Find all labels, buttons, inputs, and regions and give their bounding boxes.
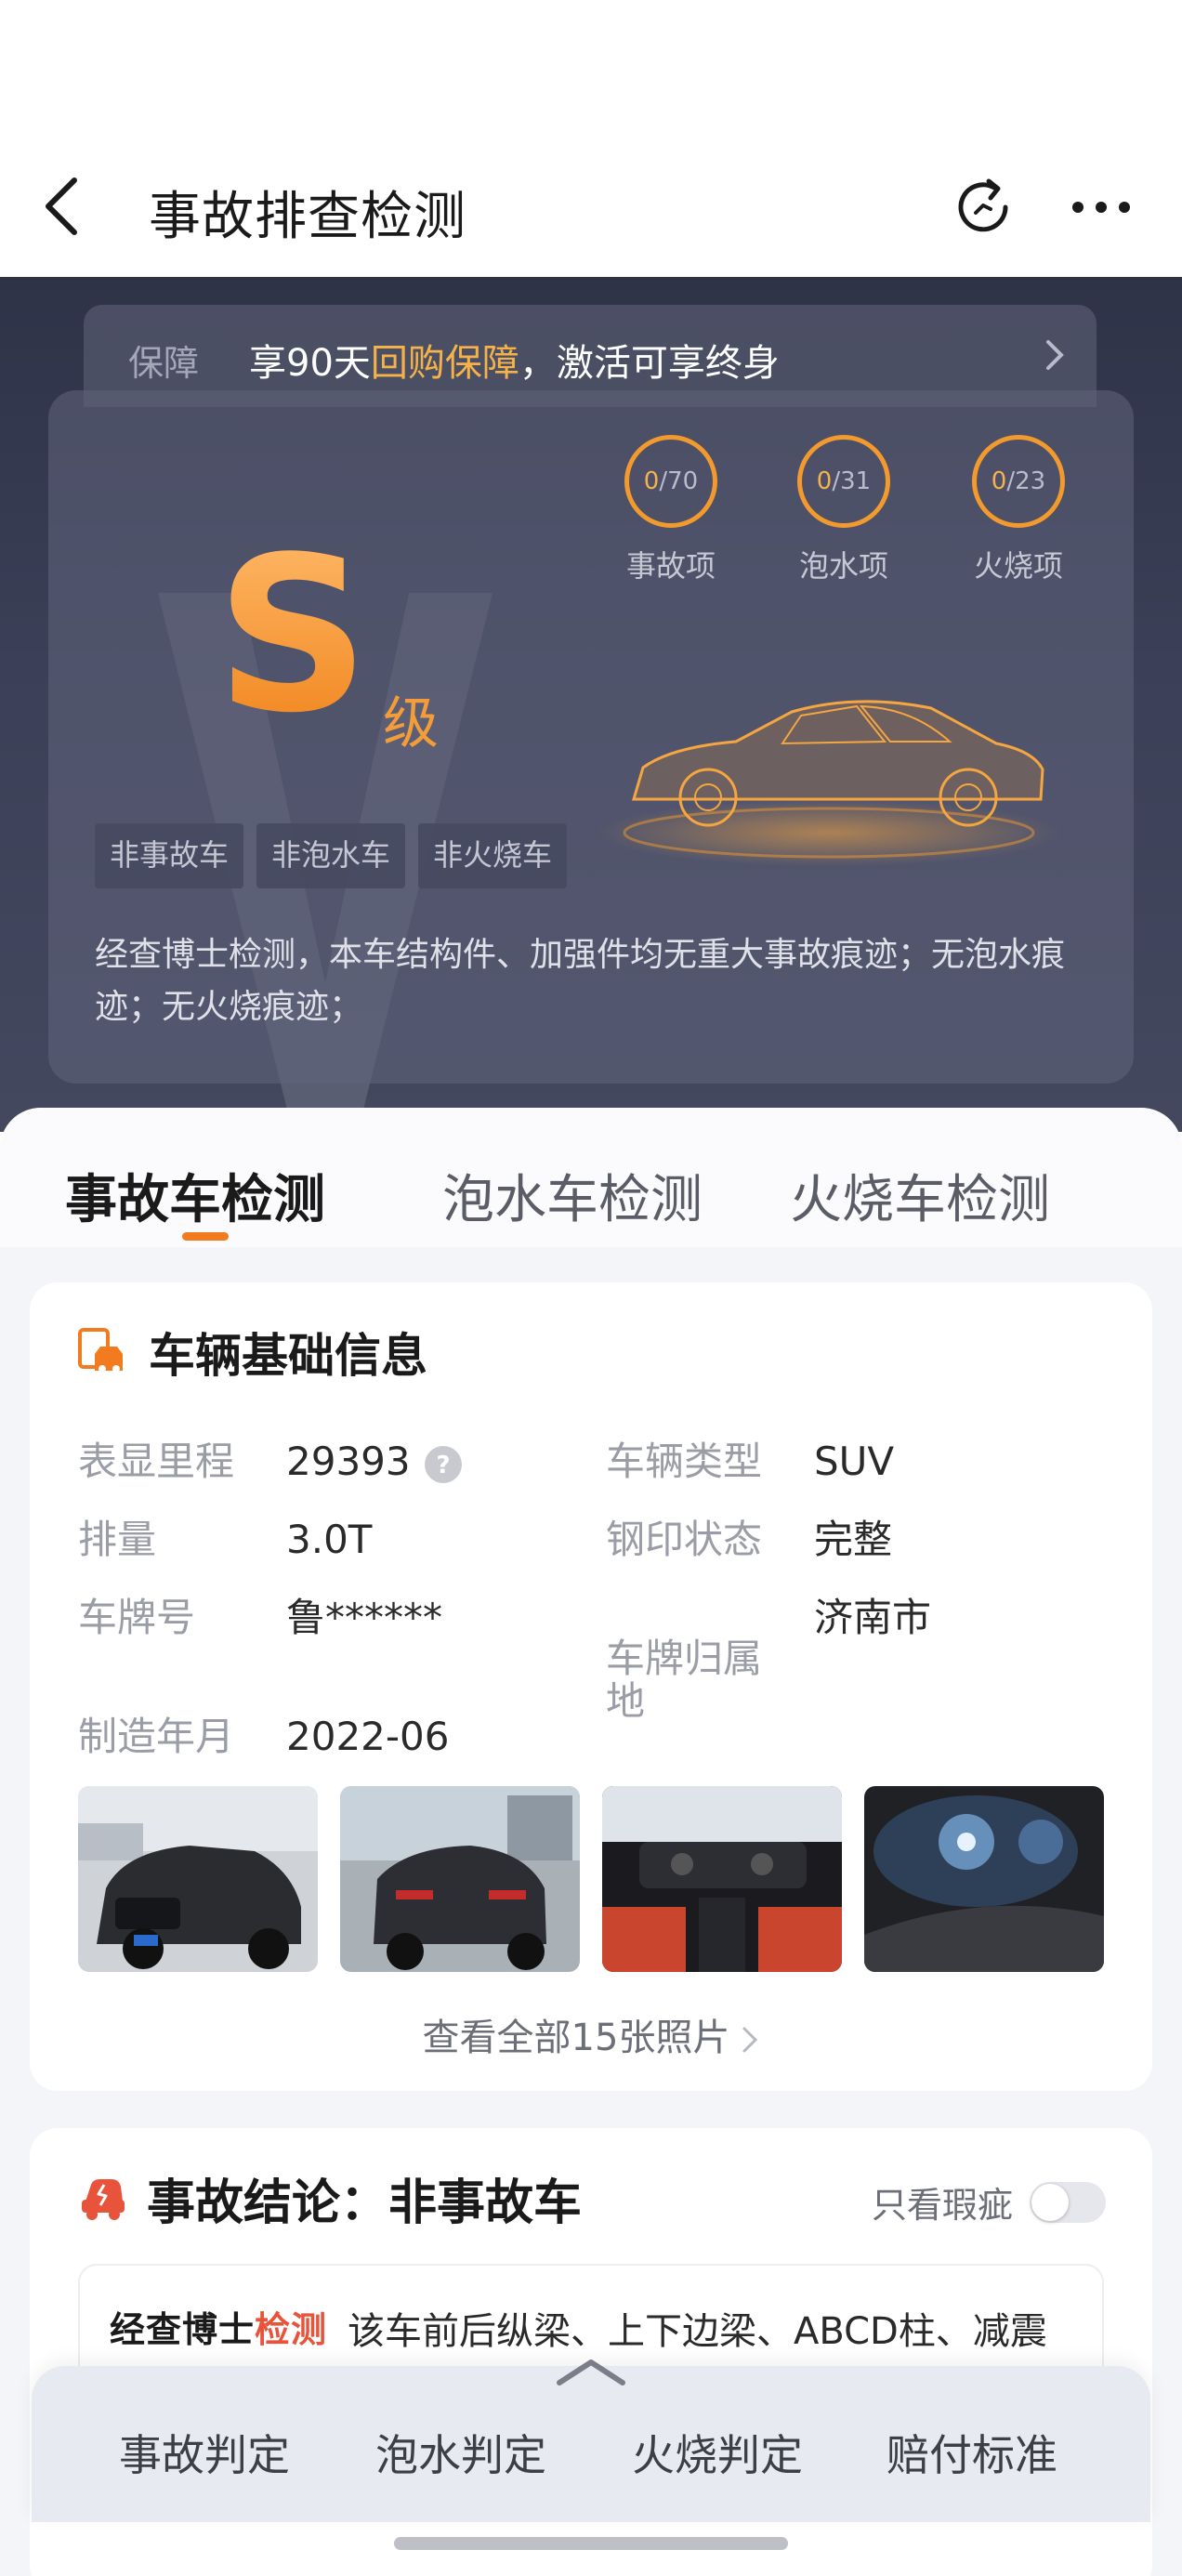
tab-accident[interactable]: 事故车检测 (65, 1158, 325, 1233)
more-options-icon[interactable] (1069, 186, 1134, 229)
home-indicator[interactable] (394, 2537, 788, 2550)
grade-suffix: 级 (383, 691, 439, 756)
info-mileage-value: 29393? (286, 1439, 463, 1485)
guarantee-label: 保障 (128, 343, 200, 384)
manufacture-key: 制造年月 (78, 1714, 235, 1759)
view-all-label: 查看全部15张照片 (422, 2017, 730, 2059)
vehicle-info-card: 车辆基础信息 表显里程 29393? 车辆类型 SUV 排量 3.0T 钢印状态… (30, 1282, 1152, 2091)
vehicle-doc-icon (78, 1328, 123, 1373)
vehicle-info-title: 车辆基础信息 (149, 1329, 427, 1383)
guarantee-text: 享90天回购保障，激活可享终身 (249, 342, 780, 385)
manufacture-value: 2022-06 (286, 1714, 450, 1759)
help-icon[interactable]: ? (424, 1445, 463, 1484)
only-flaw-label: 只看瑕疵 (871, 2185, 1013, 2226)
info-plate: 车牌号 (78, 1595, 195, 1641)
accident-check-label: 事故项 (625, 548, 716, 584)
info-manufacture: 制造年月 (78, 1714, 234, 1760)
view-all-photos-link[interactable]: 查看全部15张照片 (30, 2007, 1152, 2061)
photo-rear-exterior[interactable] (340, 1786, 580, 1972)
fire-check-ring: 0/23 (972, 435, 1065, 528)
bottom-judgement-bar: 事故判定 泡水判定 火烧判定 赔付标准 (32, 2359, 1150, 2522)
back-arrow-icon[interactable] (37, 169, 93, 243)
chevron-right-icon (1046, 340, 1064, 370)
conclusion-header: 事故结论：非事故车 (76, 2165, 583, 2231)
conclusion-title: 事故结论：非事故车 (147, 2175, 583, 2231)
compensation-standard-button[interactable]: 赔付标准 (886, 2422, 1057, 2483)
stamp-value: 完整 (814, 1517, 893, 1562)
flood-check-label: 泡水项 (798, 548, 888, 584)
grade-card: S 级 0/70 事故项 0/31 泡水项 0/23 火烧项 非事故车 非泡水车… (48, 390, 1134, 1084)
displacement-value: 3.0T (286, 1517, 373, 1562)
inspection-logo: 经查博士检测 (110, 2309, 328, 2350)
info-displacement: 排量 (78, 1517, 156, 1563)
accident-check-ring: 0/70 (624, 435, 717, 528)
info-plate-region-value: 济南市 (814, 1595, 931, 1641)
type-value: SUV (814, 1439, 895, 1484)
type-key: 车辆类型 (606, 1439, 763, 1484)
plate-key: 车牌号 (78, 1595, 196, 1640)
top-nav-bar: 事故排查检测 (0, 0, 1182, 277)
plate-region-key: 车牌归属 地 (606, 1636, 763, 1724)
info-plate-value: 鲁****** (286, 1595, 442, 1641)
page-title: 事故排查检测 (149, 187, 466, 247)
fire-judgement-button[interactable]: 火烧判定 (632, 2422, 803, 2483)
report-text: 该车前后纵梁、上下边梁、ABCD柱、减震 (348, 2310, 1047, 2353)
grade-hero: 保障 享90天回购保障，激活可享终身 S 级 0/70 事故项 0/31 泡水项… (0, 277, 1182, 1132)
plate-value: 鲁****** (286, 1595, 443, 1640)
chevron-up-icon[interactable] (554, 2353, 628, 2390)
active-tab-indicator (182, 1232, 229, 1241)
info-type: 车辆类型 (606, 1439, 762, 1485)
car-hologram-icon (597, 700, 1061, 866)
info-displacement-value: 3.0T (286, 1517, 372, 1563)
stamp-key: 钢印状态 (606, 1517, 763, 1562)
fire-check-label: 火烧项 (973, 548, 1063, 584)
vehicle-info-header: 车辆基础信息 (76, 1320, 427, 1385)
grade-letter: S (216, 512, 370, 760)
svg-text:?: ? (436, 1452, 450, 1479)
switch-knob (1031, 2183, 1069, 2221)
accident-car-icon (82, 2179, 125, 2220)
info-stamp-value: 完整 (814, 1517, 892, 1563)
guarantee-highlight: 回购保障 (370, 342, 519, 385)
tag-non-flood: 非泡水车 (256, 823, 406, 888)
mileage-key: 表显里程 (78, 1439, 235, 1484)
info-plate-region: 车牌归属 地 (606, 1595, 792, 1723)
mileage-value: 29393 (286, 1439, 411, 1484)
check-counters: 0/70 事故项 0/31 泡水项 0/23 火烧项 (606, 435, 1089, 611)
grade-tags: 非事故车 非泡水车 非火烧车 (95, 823, 568, 888)
tag-non-fire: 非火烧车 (418, 823, 568, 888)
fire-check: 0/23 火烧项 (953, 435, 1084, 585)
flaw-switch[interactable] (1030, 2181, 1106, 2223)
photo-front-exterior[interactable] (78, 1786, 318, 1972)
flood-check-ring: 0/31 (797, 435, 890, 528)
info-type-value: SUV (814, 1439, 894, 1485)
flood-judgement-button[interactable]: 泡水判定 (375, 2422, 546, 2483)
grade-description: 经查博士检测，本车结构件、加强件均无重大事故痕迹；无泡水痕迹；无火烧痕迹； (95, 936, 1066, 1026)
flood-check: 0/31 泡水项 (779, 435, 909, 585)
detection-tabs: 事故车检测 泡水车检测 火烧车检测 (0, 1108, 1182, 1247)
accident-judgement-button[interactable]: 事故判定 (119, 2422, 290, 2483)
chevron-right-icon (742, 2027, 758, 2053)
photo-dashboard[interactable] (864, 1786, 1104, 1972)
plate-region-value: 济南市 (814, 1595, 932, 1640)
displacement-key: 排量 (78, 1517, 157, 1562)
info-stamp: 钢印状态 (606, 1517, 762, 1563)
tab-flood[interactable]: 泡水车检测 (442, 1158, 703, 1233)
accident-check: 0/70 事故项 (606, 435, 736, 585)
vehicle-photos (78, 1786, 1104, 1972)
info-mileage: 表显里程 (78, 1439, 234, 1485)
tag-non-accident: 非事故车 (95, 823, 244, 888)
tab-fire[interactable]: 火烧车检测 (790, 1158, 1050, 1233)
photo-interior[interactable] (602, 1786, 842, 1972)
info-manufacture-value: 2022-06 (286, 1714, 450, 1760)
refresh-icon[interactable] (948, 172, 1018, 243)
only-flaw-toggle[interactable]: 只看瑕疵 (872, 2176, 1106, 2228)
